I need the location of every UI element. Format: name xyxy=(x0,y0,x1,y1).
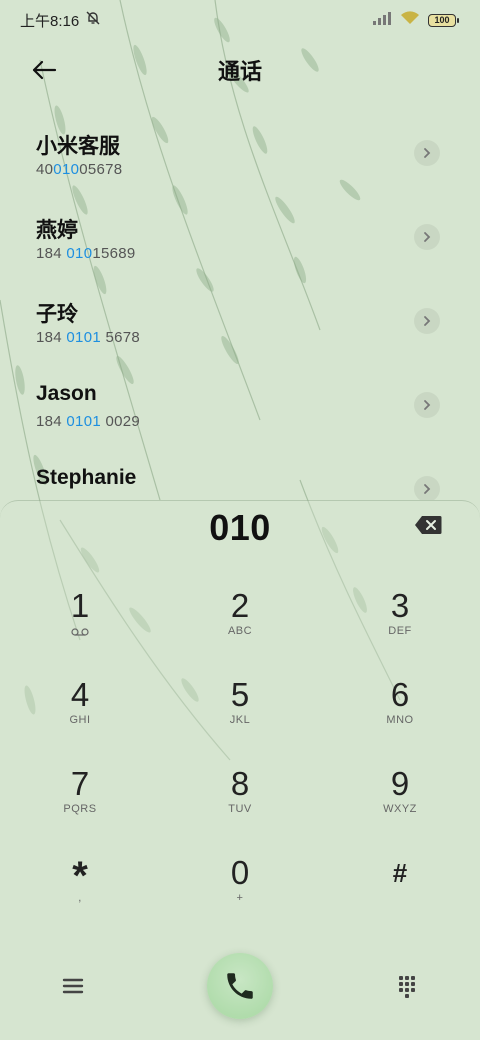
dial-key-0[interactable]: 0 + xyxy=(160,854,320,943)
menu-icon[interactable] xyxy=(60,973,86,999)
voicemail-icon xyxy=(71,628,89,636)
status-bar: 上午8:16 100 xyxy=(0,0,480,40)
bell-off-icon xyxy=(85,10,101,30)
chevron-right-icon[interactable] xyxy=(414,308,440,334)
contact-number: 184 01015689 xyxy=(36,245,136,262)
backspace-icon[interactable] xyxy=(414,515,442,535)
dialpad-icon[interactable] xyxy=(394,973,420,999)
contact-item[interactable]: 燕婷 184 01015689 xyxy=(0,196,480,280)
dial-key-hash[interactable]: # xyxy=(320,854,480,943)
contact-number: 4001005678 xyxy=(36,161,123,178)
dial-key-7[interactable]: 7 PQRS xyxy=(0,765,160,854)
dial-key-5[interactable]: 5 JKL xyxy=(160,676,320,765)
contact-suggestion-list: 小米客服 4001005678 燕婷 184 01015689 子玲 184 0… xyxy=(0,112,480,500)
chevron-right-icon[interactable] xyxy=(414,476,440,500)
contact-item[interactable]: 小米客服 4001005678 xyxy=(0,112,480,196)
chevron-right-icon[interactable] xyxy=(414,140,440,166)
back-arrow-icon[interactable] xyxy=(28,54,60,86)
dial-key-6[interactable]: 6 MNO xyxy=(320,676,480,765)
wifi-icon xyxy=(400,11,420,29)
app-header: 通话 xyxy=(0,40,480,100)
contact-item[interactable]: Jason 184 0101 0029 xyxy=(0,364,480,448)
dialed-number: 010 xyxy=(209,507,271,548)
call-button[interactable] xyxy=(207,953,273,1019)
dial-key-8[interactable]: 8 TUV xyxy=(160,765,320,854)
page-title: 通话 xyxy=(217,59,262,84)
battery-indicator: 100 xyxy=(428,13,459,27)
chevron-right-icon[interactable] xyxy=(414,224,440,250)
dialpad-keys: 1 2 ABC 3 DEF 4 GHI 5 JKL 6 MNO 7 PQRS 8… xyxy=(0,587,480,943)
phone-icon xyxy=(227,973,253,999)
signal-icon xyxy=(372,11,392,29)
dial-key-9[interactable]: 9 WXYZ xyxy=(320,765,480,854)
dial-key-1[interactable]: 1 xyxy=(0,587,160,676)
dial-key-2[interactable]: 2 ABC xyxy=(160,587,320,676)
contact-number: 184 0101 5678 xyxy=(36,329,141,346)
status-time: 上午8:16 xyxy=(20,12,80,30)
chevron-right-icon[interactable] xyxy=(414,392,440,418)
dial-key-4[interactable]: 4 GHI xyxy=(0,676,160,765)
dialer-bottom-bar xyxy=(0,953,480,1023)
contact-item[interactable]: Stephanie 184 0101 1025 xyxy=(0,448,480,500)
dial-key-3[interactable]: 3 DEF xyxy=(320,587,480,676)
contact-item[interactable]: 子玲 184 0101 5678 xyxy=(0,280,480,364)
dial-key-star[interactable]: * , xyxy=(0,854,160,943)
dialpad-panel: 010 1 2 ABC 3 DEF 4 GHI 5 JKL 6 MNO 7 PQ… xyxy=(0,500,480,1040)
contact-number: 184 0101 0029 xyxy=(36,413,141,430)
